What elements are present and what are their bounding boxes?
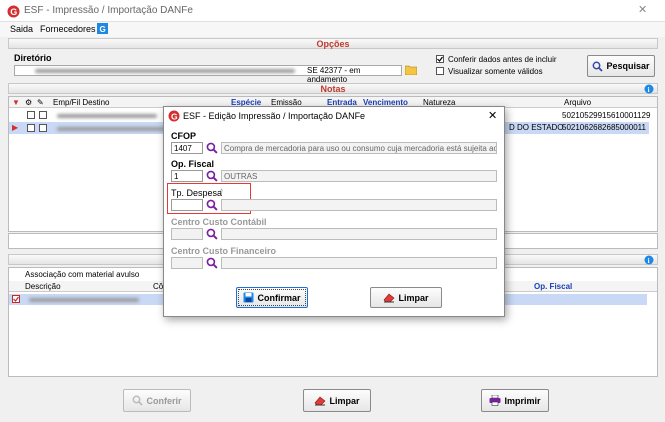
- imprimir-button[interactable]: Imprimir: [481, 389, 549, 412]
- search-icon[interactable]: [206, 257, 218, 269]
- row-checkbox[interactable]: [39, 111, 47, 119]
- folder-icon[interactable]: [405, 65, 417, 75]
- col-op-fiscal[interactable]: Op. Fiscal: [534, 282, 572, 291]
- visualizar-label: Visualizar somente válidos: [448, 67, 543, 76]
- visualizar-checkbox[interactable]: [436, 67, 444, 75]
- dialog-title: ESF - Edição Impressão / Importação DANF…: [183, 111, 366, 121]
- app-shortcut-icon[interactable]: G: [97, 23, 108, 34]
- diretorio-field[interactable]: SE 42377 - em andamento: [14, 65, 402, 84]
- col-co[interactable]: Cô: [153, 282, 163, 291]
- conferir-button[interactable]: Conferir: [123, 389, 191, 412]
- tpdespesa-input[interactable]: [171, 199, 203, 211]
- close-icon[interactable]: ✕: [488, 109, 497, 122]
- menu-saida[interactable]: Saida: [10, 24, 33, 34]
- search-icon[interactable]: [206, 142, 218, 154]
- ccc-description: [221, 228, 497, 240]
- svg-text:G: G: [171, 111, 178, 121]
- diretorio-label: Diretório: [14, 53, 52, 63]
- tpdespesa-description: [221, 199, 497, 211]
- col-emp-fil[interactable]: Emp/Fil Destino: [53, 98, 109, 107]
- search-icon[interactable]: [206, 199, 218, 211]
- ccc-label: Centro Custo Contábil: [171, 217, 267, 227]
- opfiscal-input[interactable]: 1: [171, 170, 203, 182]
- printer-icon: [489, 395, 501, 406]
- row-checkbox[interactable]: [39, 124, 47, 132]
- edit-icon: ✎: [37, 98, 44, 107]
- search-icon: [133, 395, 144, 406]
- opfiscal-description: OUTRAS: [221, 170, 497, 182]
- dialog-limpar-button[interactable]: Limpar: [370, 287, 442, 308]
- tpdespesa-label: Tp. Despesa: [171, 188, 223, 198]
- window-title: ESF - Impressão / Importação DANFe: [24, 5, 193, 16]
- row-pointer-icon: ▶: [12, 123, 19, 132]
- ccf-label: Centro Custo Financeiro: [171, 246, 277, 256]
- svg-text:G: G: [10, 7, 17, 17]
- conferir-checkbox[interactable]: [436, 55, 444, 63]
- opcoes-header: Opções: [8, 38, 658, 49]
- opfiscal-label: Op. Fiscal: [171, 159, 215, 169]
- ccc-input[interactable]: [171, 228, 203, 240]
- cfop-label: CFOP: [171, 131, 197, 141]
- svg-text:G: G: [100, 25, 106, 34]
- ccf-description: [221, 257, 497, 269]
- sort-arrow-icon[interactable]: ▼: [12, 98, 20, 107]
- row-checkbox[interactable]: [27, 124, 35, 132]
- notas-header: Notas: [8, 83, 658, 94]
- app-logo-icon: G: [7, 5, 20, 18]
- menu-fornecedores[interactable]: Fornecedores: [40, 24, 96, 34]
- pin-icon: ♁: [219, 187, 225, 194]
- close-icon[interactable]: ✕: [638, 3, 647, 16]
- attach-icon: ⚙: [25, 98, 33, 107]
- row-checkbox[interactable]: [27, 111, 35, 119]
- svg-text:i: i: [648, 257, 650, 265]
- eraser-icon: [384, 293, 395, 302]
- assoc-label: Associação com material avulso: [25, 270, 140, 279]
- search-icon: [593, 61, 604, 72]
- pesquisar-button[interactable]: Pesquisar: [587, 55, 655, 77]
- limpar-button[interactable]: Limpar: [303, 389, 371, 412]
- cfop-description: Compra de mercadoria para uso ou consumo…: [221, 142, 497, 154]
- eraser-icon: [315, 396, 326, 405]
- confirmar-button[interactable]: Confirmar: [236, 287, 308, 308]
- search-icon[interactable]: [206, 228, 218, 240]
- row-checkbox[interactable]: [12, 295, 20, 303]
- col-arquivo[interactable]: Arquivo: [564, 98, 591, 107]
- ccf-input[interactable]: [171, 257, 203, 269]
- svg-text:i: i: [648, 86, 650, 94]
- edit-dialog: G ESF - Edição Impressão / Importação DA…: [163, 106, 505, 317]
- info-icon[interactable]: i: [644, 84, 654, 94]
- col-descricao[interactable]: Descrição: [25, 282, 61, 291]
- app-logo-icon: G: [168, 110, 180, 122]
- conferir-label: Conferir dados antes de incluir: [448, 55, 557, 64]
- save-icon: [243, 292, 254, 303]
- window-title-bar: G ESF - Impressão / Importação DANFe ✕: [0, 0, 665, 22]
- search-icon[interactable]: [206, 170, 218, 182]
- info-icon[interactable]: i: [644, 255, 654, 265]
- dialog-title-bar: G ESF - Edição Impressão / Importação DA…: [164, 107, 504, 125]
- cfop-input[interactable]: 1407: [171, 142, 203, 154]
- menu-bar: Saida Fornecedores G: [0, 22, 665, 37]
